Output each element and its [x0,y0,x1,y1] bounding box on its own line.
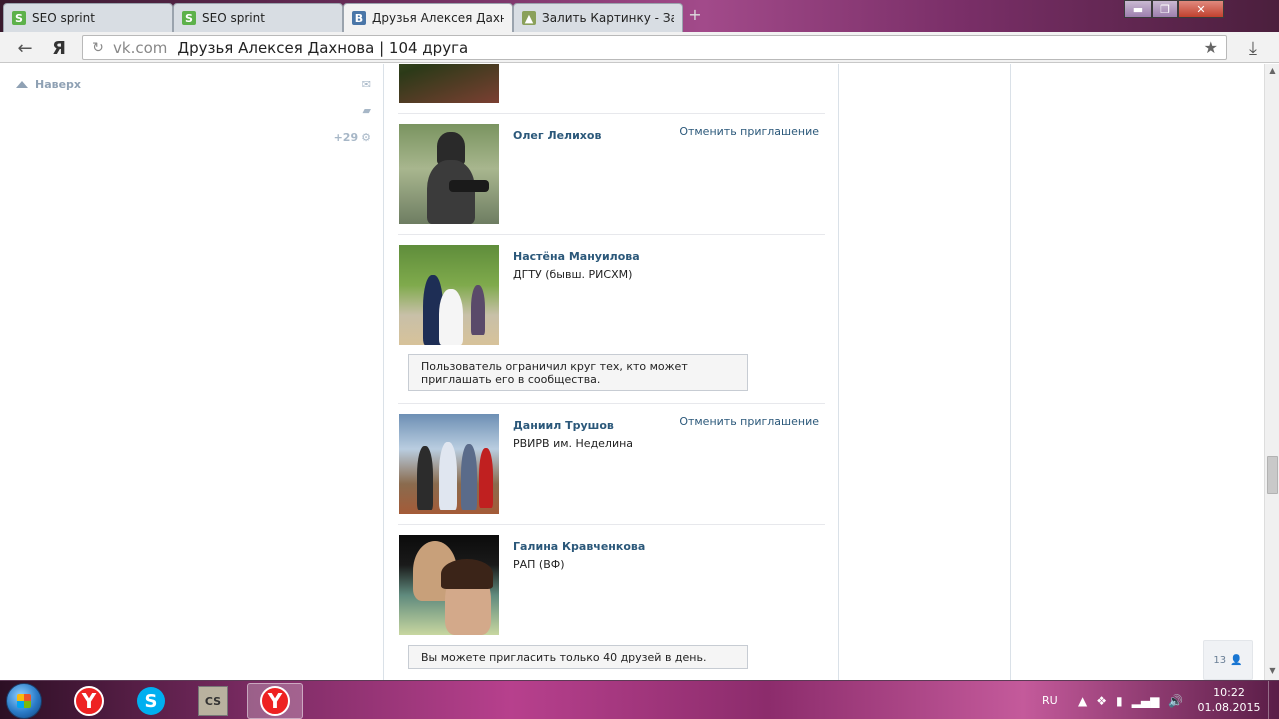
back-arrow-icon[interactable]: ← [14,37,36,59]
taskbar-yandex-browser-active[interactable]: Y [247,683,303,719]
clock-time: 10:22 [1213,686,1245,699]
tab-seo-sprint-1[interactable]: S SEO sprint [3,3,173,32]
seo-sprint-favicon: S [12,11,26,25]
url-host: vk.com [113,38,168,57]
signal-icon[interactable]: ▂▄▆ [1132,694,1160,708]
system-tray: ▲ ❖ ▮ ▂▄▆ 🔊 [1078,681,1183,719]
browser-tab-strip: S SEO sprint S SEO sprint B Друзья Алекс… [0,0,1279,32]
friend-avatar[interactable] [399,64,499,103]
right-column [839,64,1011,680]
clock[interactable]: 10:22 01.08.2015 [1196,685,1262,715]
minimize-button[interactable]: ▬ [1124,0,1152,18]
user-icon: 👤 [1230,654,1243,666]
maximize-button[interactable]: ❐ [1152,0,1178,18]
online-count: 13 [1213,654,1227,666]
friend-row: Галина Кравченкова РАП (ВФ) Вы можете пр… [398,525,825,680]
left-rail: Наверх ✉ ▰ +29 ⚙ [0,64,383,680]
notifications-link[interactable]: +29 ⚙ [334,131,371,144]
tray-expand-icon[interactable]: ▲ [1078,694,1087,708]
friend-avatar[interactable] [399,124,499,224]
bookmark-star-icon[interactable]: ★ [1204,38,1218,57]
cancel-invite-link[interactable]: Отменить приглашение [679,125,819,138]
reload-icon[interactable]: ↻ [87,40,109,56]
tab-image-host[interactable]: ▲ Залить Картинку - Зал [513,3,683,32]
comments-icon[interactable]: ▰ [363,104,371,117]
friend-row [398,64,825,114]
tab-seo-sprint-2[interactable]: S SEO sprint [173,3,343,32]
tab-title: Залить Картинку - Зал [542,11,674,25]
image-host-favicon: ▲ [522,11,536,25]
scroll-to-top-label: Наверх [35,78,82,91]
taskbar-skype[interactable]: S [123,683,179,719]
friend-name[interactable]: Даниил Трушов [513,419,614,432]
scrollbar-thumb[interactable] [1267,456,1278,494]
address-toolbar: ← Я ↻ vk.com Друзья Алексея Дахнова | 10… [0,32,1279,63]
notifications-count: +29 [333,131,359,144]
yandex-browser-icon: Y [74,686,104,716]
friend-row: Даниил Трушов РВИРВ им. Неделина Отменит… [398,404,825,525]
online-friends-counter[interactable]: 13 👤 [1203,640,1253,680]
tab-title: SEO sprint [32,11,95,25]
messages-icon[interactable]: ✉ [362,78,371,91]
cancel-invite-link[interactable]: Отменить приглашение [679,415,819,428]
friend-name[interactable]: Настёна Мануилова [513,250,640,263]
friend-avatar[interactable] [399,245,499,345]
volume-icon[interactable]: 🔊 [1168,694,1183,708]
up-arrow-icon [16,81,28,88]
taskbar-yandex-browser[interactable]: Y [61,683,117,719]
tab-vk-friends[interactable]: B Друзья Алексея Дахнова [343,3,513,32]
invite-limit-notice: Вы можете пригласить только 40 друзей в … [408,645,748,669]
friend-row: Настёна Мануилова ДГТУ (бывш. РИСХМ) Пол… [398,235,825,404]
skype-icon: S [137,687,165,715]
yandex-logo-button[interactable]: Я [48,37,70,59]
yandex-browser-icon: Y [260,686,290,716]
url-page-title: Друзья Алексея Дахнова | 104 друга [177,38,469,57]
friend-name[interactable]: Олег Лелихов [513,129,601,142]
taskbar-counter-strike[interactable]: CS [185,683,241,719]
language-indicator[interactable]: RU [1042,681,1058,719]
close-window-button[interactable]: ✕ [1178,0,1224,18]
vk-page: Наверх ✉ ▰ +29 ⚙ Олег Лелихов Отменить п… [0,64,1264,680]
tab-title: Друзья Алексея Дахнова [372,11,504,25]
scroll-down-arrow-icon[interactable]: ▼ [1265,664,1279,678]
invite-restriction-notice: Пользователь ограничил круг тех, кто мож… [408,354,748,391]
show-desktop-button[interactable] [1268,681,1279,719]
page-scrollbar[interactable]: ▲ ▼ [1264,64,1279,680]
battery-icon[interactable]: ▮ [1116,694,1123,708]
friend-avatar[interactable] [399,414,499,514]
friend-university: РВИРВ им. Неделина [513,437,634,450]
network-app-icon[interactable]: ❖ [1096,694,1107,708]
seo-sprint-favicon: S [182,11,196,25]
new-tab-button[interactable]: + [686,7,704,24]
friend-university: ДГТУ (бывш. РИСХМ) [513,268,633,281]
vk-favicon: B [352,11,366,25]
address-input[interactable]: ↻ vk.com Друзья Алексея Дахнова | 104 др… [82,35,1227,60]
friend-row: Олег Лелихов Отменить приглашение [398,114,825,235]
friend-name[interactable]: Галина Кравченкова [513,540,645,553]
friends-list: Олег Лелихов Отменить приглашение Настён… [383,64,839,680]
start-button[interactable] [6,683,42,719]
clock-date: 01.08.2015 [1197,701,1261,714]
windows-taskbar: Y S CS Y RU ▲ ❖ ▮ ▂▄▆ 🔊 10:22 01.08.2015 [0,680,1279,719]
scroll-to-top-link[interactable]: Наверх [16,78,81,91]
tab-title: SEO sprint [202,11,265,25]
gear-icon: ⚙ [361,131,371,144]
friend-avatar[interactable] [399,535,499,635]
friend-university: РАП (ВФ) [513,558,565,571]
downloads-icon[interactable]: ⤓ [1242,37,1264,59]
scroll-up-arrow-icon[interactable]: ▲ [1265,64,1279,78]
counter-strike-icon: CS [198,686,228,716]
